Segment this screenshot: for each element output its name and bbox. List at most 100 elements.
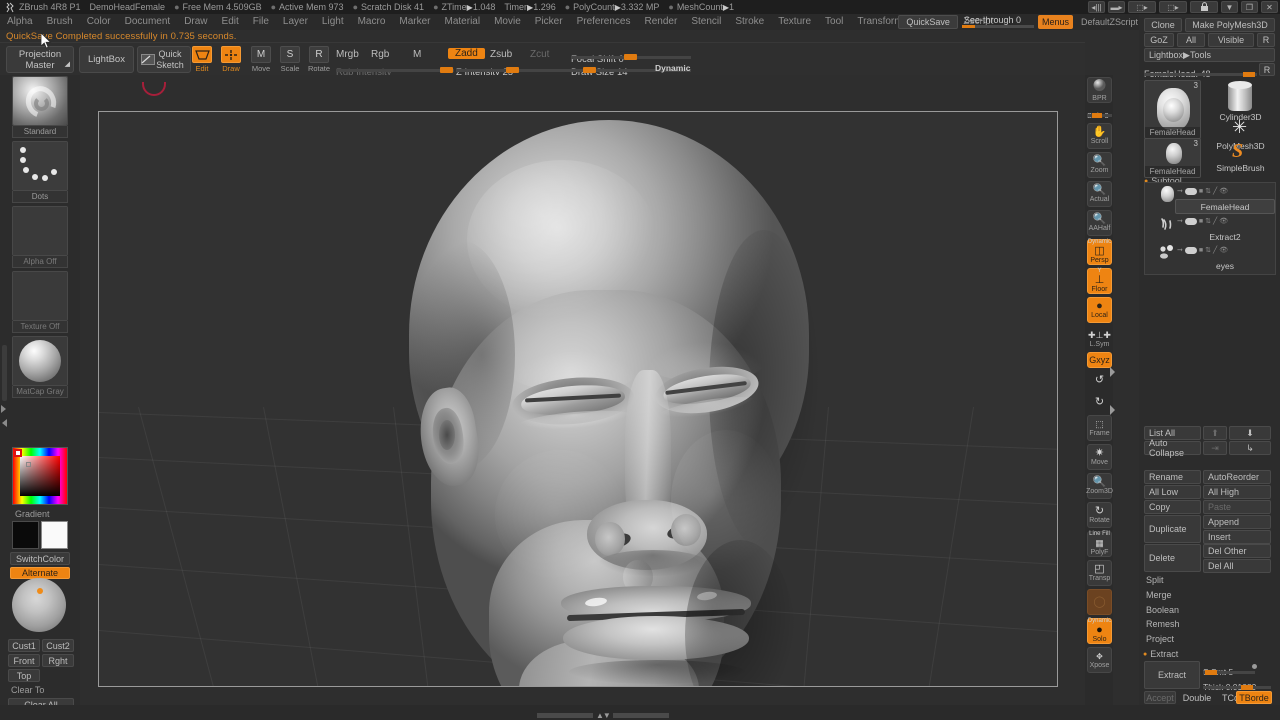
canvas-scroll-indicator[interactable]: ▲▼: [537, 711, 669, 720]
focal-shift-slider[interactable]: Focal Shift 0: [571, 49, 691, 65]
clear-to-button[interactable]: Clear To: [8, 684, 74, 696]
undo-history-button[interactable]: ↺: [1087, 370, 1112, 390]
eye-icon-2[interactable]: 👁: [1219, 217, 1228, 225]
menu-render[interactable]: Render: [638, 14, 685, 30]
make-polymesh3d-button[interactable]: Make PolyMesh3D: [1185, 18, 1275, 32]
s-smt-slider[interactable]: S Smt 5: [1203, 662, 1255, 677]
rail-expand-right-icon[interactable]: [1110, 405, 1115, 415]
visibility-pill-icon-2[interactable]: [1184, 217, 1197, 225]
menu-layer[interactable]: Layer: [276, 14, 315, 30]
menu-file[interactable]: File: [246, 14, 276, 30]
menu-color[interactable]: Color: [80, 14, 118, 30]
rgb-toggle[interactable]: Rgb: [371, 49, 389, 60]
copy-button[interactable]: Copy: [1144, 500, 1201, 514]
texture-selector[interactable]: Texture Off: [12, 271, 68, 333]
menu-material[interactable]: Material: [438, 14, 488, 30]
extract-section[interactable]: ● Extract: [1143, 649, 1178, 659]
paint-icon[interactable]: ╱: [1213, 187, 1217, 195]
merge-section[interactable]: Merge: [1146, 590, 1172, 600]
draw-button[interactable]: Draw: [218, 46, 244, 73]
subtool-row-icons[interactable]: ➞ ■ ⇅ ╱ 👁: [1177, 187, 1228, 195]
menu-draw[interactable]: Draw: [177, 14, 214, 30]
m-toggle[interactable]: M: [413, 49, 421, 60]
boolean-section[interactable]: Boolean: [1146, 605, 1179, 615]
menus-toggle-button[interactable]: Menus: [1037, 15, 1073, 29]
menu-brush[interactable]: Brush: [40, 14, 80, 30]
tool-r-button[interactable]: R: [1259, 63, 1275, 76]
menu-marker[interactable]: Marker: [392, 14, 437, 30]
light-placement-ball[interactable]: [12, 578, 68, 634]
projection-master-button[interactable]: Projection Master ◢: [6, 46, 74, 73]
lock-icon[interactable]: [1190, 1, 1218, 13]
goz-all-button[interactable]: All: [1177, 33, 1205, 47]
scroll-button[interactable]: ✋ Scroll: [1087, 123, 1112, 149]
paint-icon-2[interactable]: ╱: [1213, 217, 1217, 225]
menu-tool[interactable]: Tool: [818, 14, 850, 30]
bpr-render-button[interactable]: BPR: [1087, 77, 1112, 103]
thick-slider[interactable]: Thick 0.01089: [1203, 677, 1271, 692]
append-button[interactable]: Append: [1203, 515, 1271, 529]
remesh-section[interactable]: Remesh: [1146, 619, 1180, 629]
polypaint-icon-2[interactable]: ■: [1199, 218, 1203, 225]
shelf-scroll-rail[interactable]: [2, 345, 7, 401]
color-picker[interactable]: [12, 447, 68, 505]
s-smt-dot-icon[interactable]: [1252, 664, 1257, 669]
menu-document[interactable]: Document: [118, 14, 178, 30]
visibility-pill-icon[interactable]: [1184, 187, 1197, 195]
menu-texture[interactable]: Texture: [771, 14, 818, 30]
auto-collapse-button[interactable]: Auto Collapse: [1144, 438, 1201, 458]
menu-alpha[interactable]: Alpha: [0, 14, 40, 30]
scroll-segment-right[interactable]: [612, 713, 669, 718]
close-icon[interactable]: ✕: [1261, 1, 1278, 13]
polyframe-button[interactable]: Line Fill ▦ PolyF: [1087, 531, 1112, 557]
default-zscript-label[interactable]: DefaultZScript: [1077, 15, 1142, 29]
del-other-button[interactable]: Del Other: [1203, 544, 1271, 558]
lightbox-button[interactable]: LightBox: [79, 46, 134, 73]
move-up-button[interactable]: ⬆: [1203, 426, 1227, 440]
nav-left-icon[interactable]: ◂|||: [1088, 1, 1105, 13]
subtool-row-icons-3[interactable]: ➞ ■ ⇅ ╱ 👁: [1177, 246, 1228, 254]
rotate-gizmo-button[interactable]: ↻ Rotate: [1087, 502, 1112, 528]
spix-slider[interactable]: SPix 3: [1087, 105, 1112, 120]
paste-button[interactable]: Paste: [1203, 500, 1271, 514]
cust2-button[interactable]: Cust2: [42, 639, 74, 652]
tile-left-icon[interactable]: ⬚▸: [1128, 1, 1156, 13]
smart-resym-icon-3[interactable]: ➞: [1177, 246, 1183, 254]
move-down-button[interactable]: ⬇: [1229, 426, 1271, 440]
gradient-label[interactable]: Gradient: [12, 508, 68, 519]
move-gizmo-button[interactable]: ✷ Move: [1087, 444, 1112, 470]
subtool-row-icons-2[interactable]: ➞ ■ ⇅ ╱ 👁: [1177, 217, 1228, 225]
alpha-selector[interactable]: Alpha Off: [12, 206, 68, 268]
magnet-icon-3[interactable]: ⇅: [1205, 246, 1211, 254]
zoom3d-button[interactable]: 🔍 Zoom3D: [1086, 473, 1113, 499]
shelf-expand-right-icon[interactable]: [1, 405, 6, 413]
goz-visible-button[interactable]: Visible: [1208, 33, 1254, 47]
smart-resym-icon[interactable]: ➞: [1177, 187, 1183, 195]
stroke-selector[interactable]: Dots: [12, 141, 68, 203]
indent-up-button[interactable]: ⇥: [1203, 441, 1227, 455]
redo-history-button[interactable]: ↻: [1087, 392, 1112, 412]
menu-movie[interactable]: Movie: [487, 14, 528, 30]
accept-button[interactable]: Accept: [1144, 691, 1176, 704]
lightbox-tools-button[interactable]: Lightbox▶Tools: [1144, 48, 1275, 62]
scale-button[interactable]: S Scale: [277, 46, 303, 73]
female-head-model[interactable]: [405, 120, 819, 686]
light-position-handle-icon[interactable]: [37, 588, 43, 594]
split-section[interactable]: Split: [1146, 575, 1164, 585]
menu-picker[interactable]: Picker: [528, 14, 570, 30]
visibility-pill-icon-3[interactable]: [1184, 246, 1197, 254]
move-button[interactable]: M Move: [248, 46, 274, 73]
primary-color-swatch[interactable]: [12, 521, 39, 549]
scroll-segment-left[interactable]: [537, 713, 593, 718]
tool-slot-cylinder3d[interactable]: Cylinder3D ✳ PolyMesh3D: [1206, 80, 1275, 151]
nav-right-icon[interactable]: ▬▸: [1108, 1, 1125, 13]
eye-icon-3[interactable]: 👁: [1219, 246, 1228, 254]
top-view-button[interactable]: Top: [8, 669, 40, 682]
rotate-button[interactable]: R Rotate: [306, 46, 332, 73]
del-all-button[interactable]: Del All: [1203, 559, 1271, 573]
all-high-button[interactable]: All High: [1203, 485, 1271, 499]
polypaint-icon-3[interactable]: ■: [1199, 247, 1203, 254]
project-section[interactable]: Project: [1146, 634, 1174, 644]
floor-button[interactable]: Y ⊥ Floor: [1087, 268, 1112, 294]
magnet-icon-2[interactable]: ⇅: [1205, 217, 1211, 225]
